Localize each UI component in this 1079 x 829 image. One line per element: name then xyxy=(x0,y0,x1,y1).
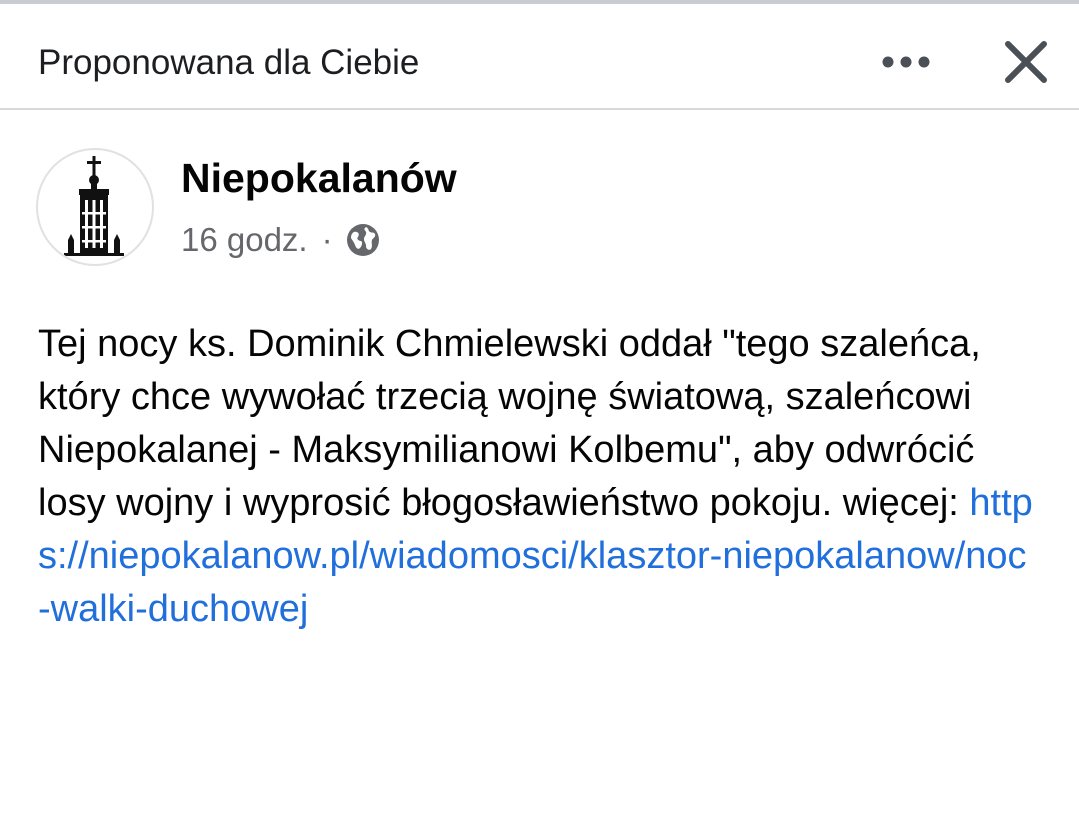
header-title: Proponowana dla Ciebie xyxy=(38,43,420,82)
meta-separator: · xyxy=(321,221,333,258)
more-options-button[interactable] xyxy=(872,38,940,86)
page-avatar[interactable] xyxy=(36,148,154,266)
church-tower-logo xyxy=(64,156,124,256)
close-button[interactable] xyxy=(996,32,1056,92)
suggested-header: Proponowana dla Ciebie xyxy=(0,4,1079,110)
globe-icon xyxy=(346,224,379,256)
post-time[interactable]: 16 godz. xyxy=(181,221,308,259)
close-icon xyxy=(1005,41,1047,83)
more-horizontal-icon xyxy=(882,56,930,68)
post-meta: 16 godz. · xyxy=(181,220,381,260)
post-header: Niepokalanów 16 godz. · xyxy=(0,140,1079,280)
post-message: Tej nocy ks. Dominik Chmielewski oddał "… xyxy=(38,323,981,524)
page-name[interactable]: Niepokalanów xyxy=(181,154,457,202)
post-text: Tej nocy ks. Dominik Chmielewski oddał "… xyxy=(38,318,1038,636)
